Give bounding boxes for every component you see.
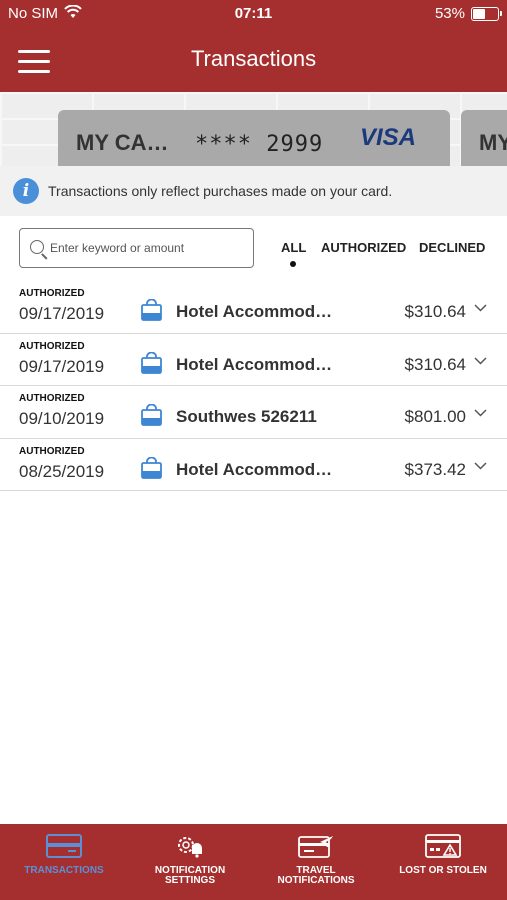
transaction-amount: $310.64 bbox=[404, 302, 466, 321]
status-bar: No SIM 07:11 53% bbox=[0, 0, 507, 28]
chevron-down-icon[interactable] bbox=[474, 460, 487, 472]
transaction-status: AUTHORIZED bbox=[19, 288, 85, 299]
shopping-bag-icon bbox=[141, 351, 162, 374]
transaction-date: 08/25/2019 bbox=[19, 461, 105, 481]
transaction-amount: $801.00 bbox=[404, 407, 466, 426]
tab-label: TRANSACTIONS bbox=[24, 865, 104, 876]
chevron-down-icon[interactable] bbox=[474, 302, 487, 314]
info-banner: i Transactions only reflect purchases ma… bbox=[0, 166, 507, 216]
merchant-name: Hotel Accommod… bbox=[176, 459, 333, 479]
transaction-date: 09/17/2019 bbox=[19, 356, 105, 376]
transaction-row[interactable]: AUTHORIZED 08/25/2019 Hotel Accommod… $3… bbox=[0, 439, 507, 491]
info-text: Transactions only reflect purchases made… bbox=[48, 183, 393, 199]
clock: 07:11 bbox=[234, 5, 273, 22]
visa-logo: VISA bbox=[359, 124, 416, 151]
card-warning-icon bbox=[425, 834, 461, 858]
card-airplane-icon bbox=[298, 836, 333, 858]
card-name: MY bbox=[479, 130, 507, 155]
bottom-tab-bar: TRANSACTIONS NOTIFICATION SETTINGS TRAVE… bbox=[0, 824, 507, 900]
tab-label: NOTIFICATION SETTINGS bbox=[154, 865, 226, 886]
card-name: MY CA… bbox=[76, 130, 169, 155]
battery-percent: 53% bbox=[434, 5, 465, 22]
next-card-tile[interactable]: MY bbox=[461, 110, 507, 166]
search-icon bbox=[30, 240, 44, 254]
battery-icon bbox=[471, 7, 502, 21]
transaction-amount: $373.42 bbox=[404, 459, 466, 479]
chevron-down-icon[interactable] bbox=[474, 407, 487, 419]
transaction-status: AUTHORIZED bbox=[19, 393, 85, 404]
transaction-list: AUTHORIZED 09/17/2019 Hotel Accommod… $3… bbox=[0, 281, 507, 491]
info-icon: i bbox=[13, 178, 39, 204]
search-box[interactable] bbox=[19, 228, 254, 268]
search-input[interactable] bbox=[50, 237, 245, 259]
merchant-name: Southwes 526211 bbox=[176, 407, 317, 426]
filter-declined[interactable]: DECLINED bbox=[419, 240, 485, 255]
chevron-down-icon[interactable] bbox=[474, 355, 487, 367]
gear-bell-icon bbox=[178, 837, 202, 858]
transaction-row[interactable]: AUTHORIZED 09/17/2019 Hotel Accommod… $3… bbox=[0, 334, 507, 386]
transaction-date: 09/10/2019 bbox=[19, 409, 105, 428]
shopping-bag-icon bbox=[141, 404, 162, 426]
tab-notification-settings[interactable]: NOTIFICATION SETTINGS bbox=[130, 824, 250, 900]
battery-fill bbox=[473, 9, 485, 19]
filter-authorized[interactable]: AUTHORIZED bbox=[321, 240, 406, 255]
tab-travel-notifications[interactable]: TRAVEL NOTIFICATIONS bbox=[258, 824, 374, 900]
tab-label: TRAVEL NOTIFICATIONS bbox=[277, 865, 355, 886]
transaction-row[interactable]: AUTHORIZED 09/10/2019 Southwes 526211 $8… bbox=[0, 386, 507, 439]
transaction-row[interactable]: AUTHORIZED 09/17/2019 Hotel Accommod… $3… bbox=[0, 281, 507, 334]
credit-card-icon bbox=[46, 834, 82, 858]
shopping-bag-icon bbox=[141, 456, 162, 479]
merchant-name: Hotel Accommod… bbox=[176, 302, 333, 321]
transaction-status: AUTHORIZED bbox=[19, 340, 85, 352]
card-tile[interactable]: MY CA… **** 2999 VISA bbox=[58, 110, 450, 166]
selected-filter-indicator bbox=[290, 261, 296, 267]
tab-label: LOST OR STOLEN bbox=[399, 865, 487, 876]
filter-all[interactable]: ALL bbox=[281, 240, 306, 255]
shopping-bag-icon bbox=[141, 299, 162, 321]
tab-lost-or-stolen[interactable]: LOST OR STOLEN bbox=[384, 824, 502, 900]
transaction-status: AUTHORIZED bbox=[19, 445, 85, 457]
tab-transactions[interactable]: TRANSACTIONS bbox=[6, 824, 122, 900]
card-number: **** 2999 bbox=[195, 132, 324, 157]
page-title: Transactions bbox=[190, 46, 317, 71]
transaction-amount: $310.64 bbox=[404, 354, 466, 374]
merchant-name: Hotel Accommod… bbox=[176, 354, 333, 374]
transaction-date: 09/17/2019 bbox=[19, 304, 105, 323]
nav-bar: Transactions bbox=[0, 28, 507, 92]
